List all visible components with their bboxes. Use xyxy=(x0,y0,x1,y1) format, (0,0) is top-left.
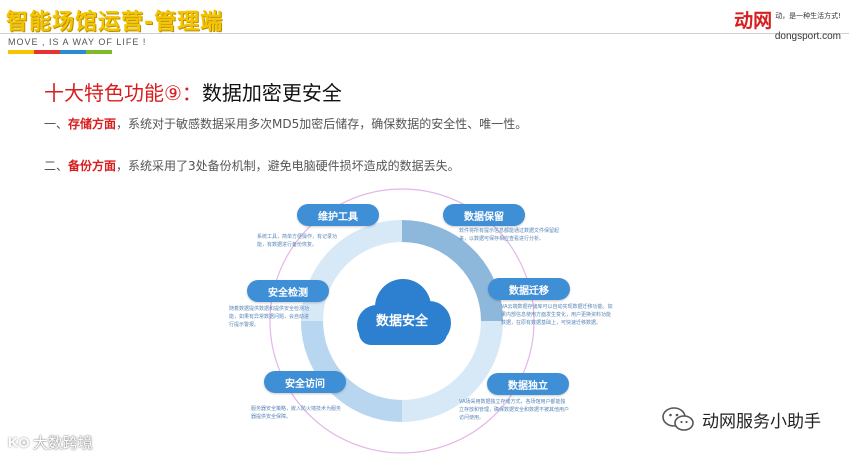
paragraph-prefix: 一、 xyxy=(44,117,69,131)
watermark-logo: K⊙ xyxy=(8,434,30,450)
strip-yellow xyxy=(8,50,34,54)
section-title-main: 数据加密更安全 xyxy=(201,81,342,105)
brand-slogan: 动，是一种生活方式! xyxy=(775,12,841,20)
strip-green xyxy=(86,50,112,54)
node-data-independence: 数据独立 xyxy=(487,373,569,395)
section-title-prefix: 十大特色功能⑨： xyxy=(44,81,202,105)
node-secure-access-desc: 服务器安全策略，嵌入防火墙技术为服务器提供安全保障。 xyxy=(251,406,342,420)
header-divider xyxy=(0,33,849,34)
paragraph-backup: 二、备份方面，系统采用了3处备份机制，避免电脑硬件损坏造成的数据丢失。 xyxy=(44,157,460,174)
strip-red xyxy=(34,50,60,54)
wechat-icon xyxy=(662,407,694,431)
paragraph-highlight: 存储方面 xyxy=(68,117,117,131)
section-title: 十大特色功能⑨：数据加密更安全 xyxy=(44,77,342,106)
paragraph-text: ，系统对于敏感数据采用多次MD5加密后储存，确保数据的安全性、唯一性。 xyxy=(116,117,528,131)
diagram-center-label: 数据安全 xyxy=(375,314,428,329)
node-data-migration-desc: VA云端数据存储库可以自动实现数据迁移功能。如果内部信息使用方面发生变化，用户更… xyxy=(501,304,613,326)
node-data-retention: 数据保留 xyxy=(443,204,525,226)
watermark-text: 大数跨境 xyxy=(32,434,93,452)
node-secure-access: 安全访问 xyxy=(264,371,346,393)
paragraph-highlight: 备份方面 xyxy=(68,159,117,173)
node-security-check: 安全检测 xyxy=(247,280,329,302)
paragraph-text: ，系统采用了3处备份机制，避免电脑硬件损坏造成的数据丢失。 xyxy=(116,159,460,173)
node-data-retention-desc: 软件将所有提示信息都能通过数据文件保留起来，以数据可保存相应查看进行分析。 xyxy=(459,228,560,242)
node-maintenance-tools-desc: 系统工具，简单方便操作，有记录功能，有数据进行备份恢复。 xyxy=(257,234,338,248)
node-data-independence-desc: VA场采用数据独立存储方式，各场馆用户都能独立存放和管理，确保数据安全和数据不被… xyxy=(459,399,570,421)
watermark: K⊙ 大数跨境 xyxy=(8,432,93,453)
brand-logo-block: 动网 动，是一种生活方式! dongsport.com xyxy=(734,6,841,42)
wechat-account-name: 动网服务小助手 xyxy=(702,411,821,432)
paragraph-storage: 一、存储方面，系统对于敏感数据采用多次MD5加密后储存，确保数据的安全性、唯一性… xyxy=(44,115,527,132)
paragraph-prefix: 二、 xyxy=(44,159,69,173)
tagline: MOVE , IS A WAY OF LIFE ! xyxy=(8,37,147,47)
data-security-diagram: 数据安全 维护工具 系统工具，简单方便操作，有记录功能，有数据进行备份恢复。 数… xyxy=(189,183,635,458)
wechat-account: 动网服务小助手 xyxy=(662,406,821,432)
strip-blue xyxy=(60,50,86,54)
node-maintenance-tools: 维护工具 xyxy=(297,204,379,226)
node-data-migration: 数据迁移 xyxy=(488,278,570,300)
color-strip xyxy=(8,50,112,54)
node-security-check-desc: 随着数据提供数据和提供安全检测功能，如果有异常数据问题，会自动进行提示警报。 xyxy=(229,306,310,328)
brand-logo: 动网 xyxy=(734,10,773,32)
app-title: 智能场馆运营-管理端 xyxy=(6,10,224,35)
